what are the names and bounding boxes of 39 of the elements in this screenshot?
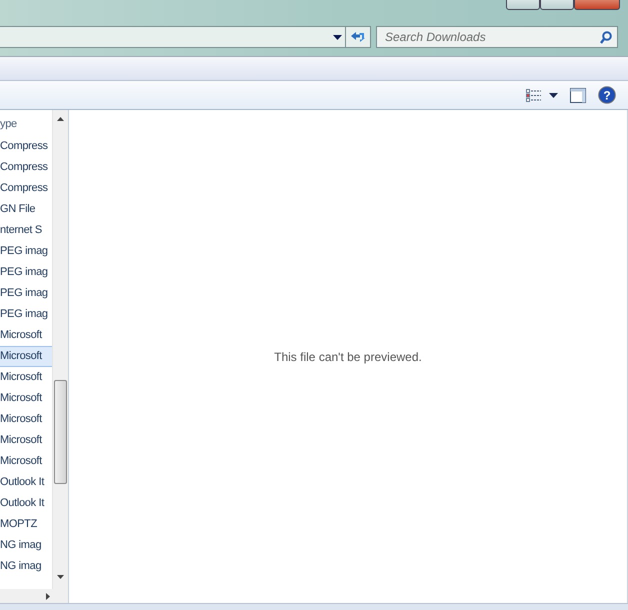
file-row[interactable]: Compress bbox=[0, 178, 52, 199]
file-row[interactable]: Microsoft bbox=[0, 388, 52, 409]
address-bar[interactable] bbox=[0, 26, 346, 48]
scroll-up-arrow-icon bbox=[57, 117, 64, 121]
scroll-down-arrow-icon bbox=[57, 575, 64, 579]
file-row[interactable]: Microsoft bbox=[0, 367, 52, 388]
preview-pane-icon[interactable] bbox=[570, 88, 586, 102]
horizontal-scrollbar[interactable] bbox=[0, 589, 68, 603]
file-row[interactable]: PEG imag bbox=[0, 262, 52, 283]
scroll-right-arrow-icon bbox=[46, 592, 50, 600]
file-row[interactable]: PEG imag bbox=[0, 241, 52, 262]
file-row[interactable]: Microsoft bbox=[0, 430, 52, 451]
file-row[interactable]: Compress bbox=[0, 136, 52, 157]
file-row[interactable]: Microsoft bbox=[0, 325, 52, 346]
file-row[interactable]: Microsoft bbox=[0, 346, 52, 367]
search-field[interactable]: Search Downloads bbox=[376, 26, 618, 48]
file-row[interactable]: NG imag bbox=[0, 535, 52, 556]
file-row[interactable]: MOPTZ bbox=[0, 514, 52, 535]
file-row[interactable]: PEG imag bbox=[0, 304, 52, 325]
vertical-scrollbar[interactable] bbox=[52, 110, 68, 589]
help-icon[interactable]: ? bbox=[598, 86, 616, 104]
file-row[interactable]: GN File bbox=[0, 199, 52, 220]
search-icon bbox=[600, 31, 612, 44]
preview-message: This file can't be previewed. bbox=[274, 348, 422, 366]
caret-icon bbox=[333, 34, 342, 40]
scrollbar-thumb[interactable] bbox=[54, 380, 67, 484]
file-row[interactable]: nternet S bbox=[0, 220, 52, 241]
column-header[interactable]: ype bbox=[0, 110, 52, 136]
file-row[interactable]: PEG imag bbox=[0, 283, 52, 304]
refresh-button[interactable] bbox=[345, 26, 371, 48]
view-list-icon bbox=[526, 88, 541, 102]
caret-icon[interactable] bbox=[549, 92, 558, 98]
refresh-arrows-icon bbox=[350, 31, 366, 43]
file-row[interactable]: Outlook It bbox=[0, 472, 52, 493]
file-row[interactable]: Compress bbox=[0, 157, 52, 178]
file-row[interactable]: Microsoft bbox=[0, 451, 52, 472]
file-row[interactable]: NG imag bbox=[0, 556, 52, 577]
file-row[interactable]: Microsoft bbox=[0, 409, 52, 430]
file-row[interactable]: Outlook It bbox=[0, 493, 52, 514]
